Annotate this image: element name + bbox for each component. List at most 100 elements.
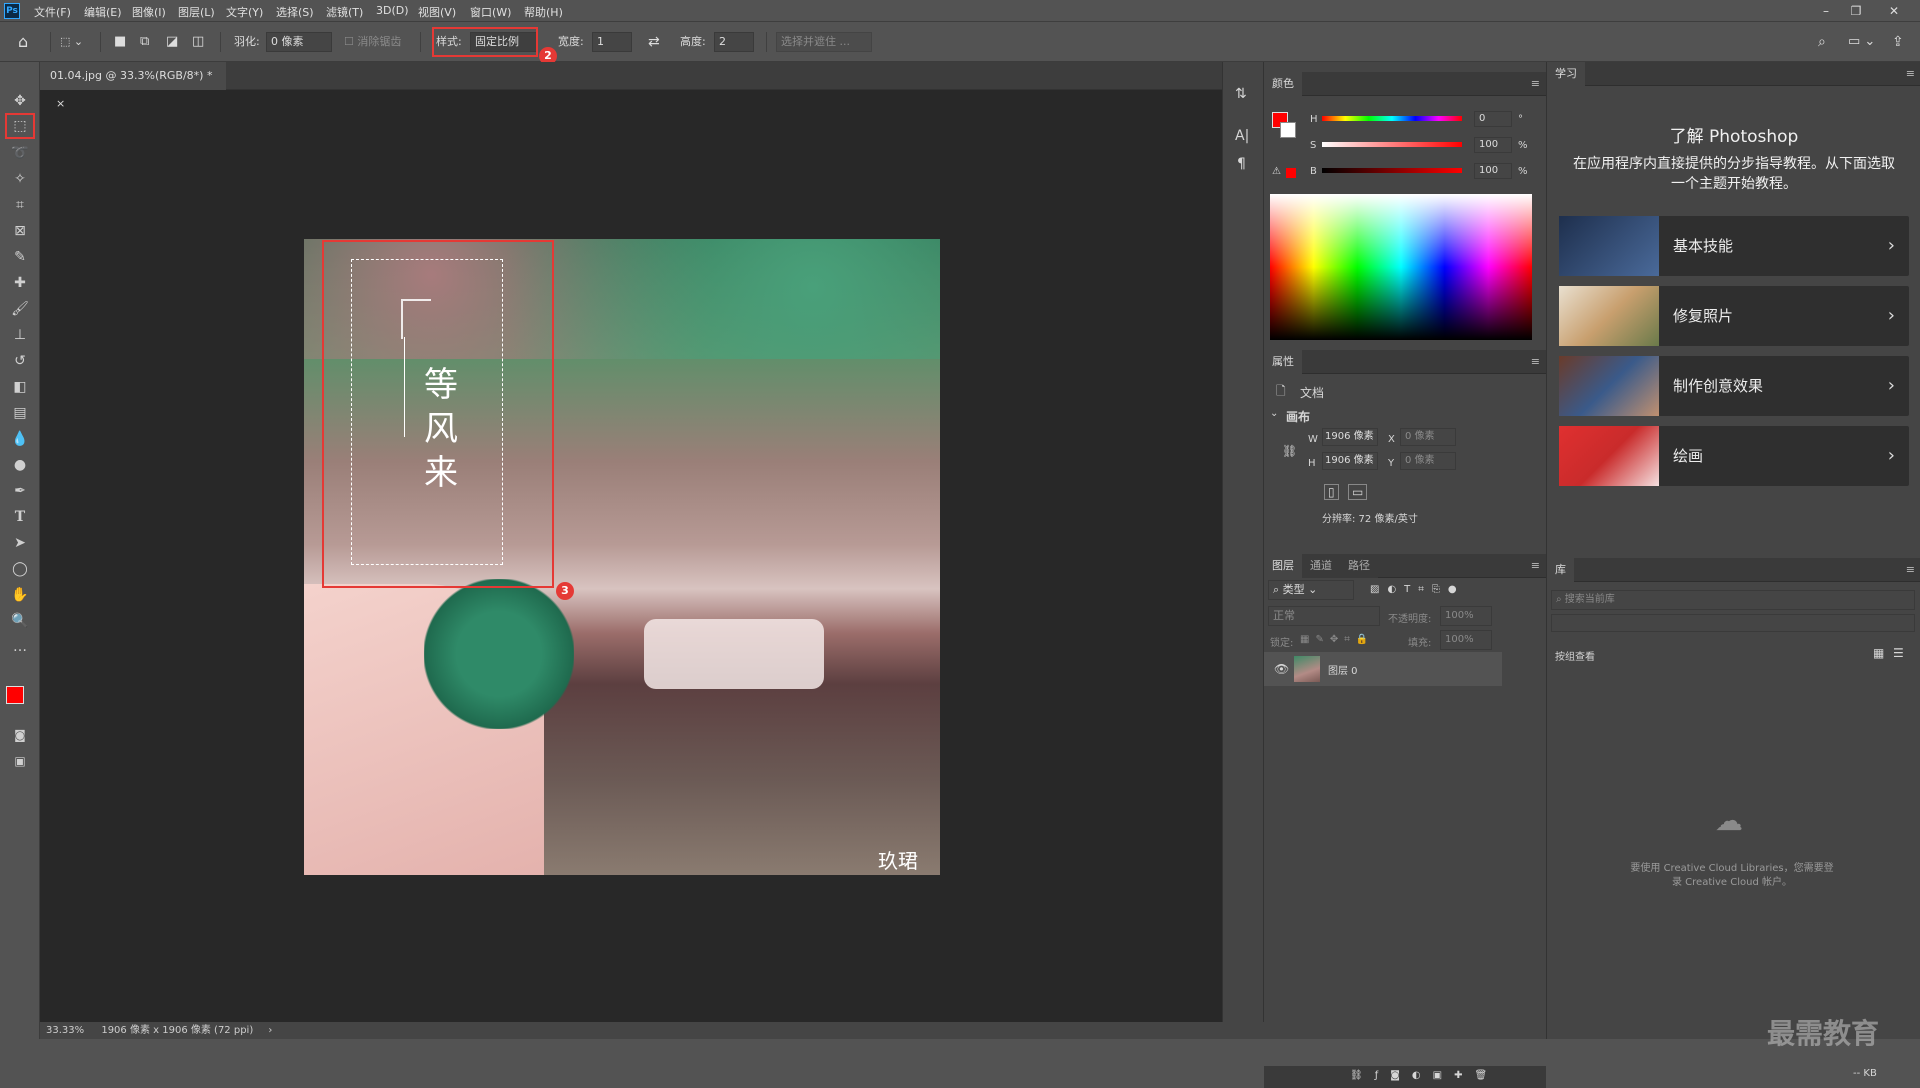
menu-3d[interactable]: 3D(D)	[376, 4, 409, 17]
add-selection-icon[interactable]: ⧉	[140, 31, 149, 53]
menu-file[interactable]: 文件(F)	[34, 4, 71, 20]
share-icon[interactable]: ⇪	[1892, 31, 1904, 53]
tab-learn[interactable]: 学习	[1547, 62, 1585, 86]
menu-image[interactable]: 图像(I)	[132, 4, 166, 20]
hue-slider[interactable]	[1322, 116, 1462, 121]
panel-menu-icon[interactable]: ≡	[1531, 77, 1540, 90]
list-view-icon[interactable]: ☰	[1893, 646, 1904, 660]
intersect-selection-icon[interactable]: ◫	[192, 31, 204, 53]
zoom-level[interactable]: 33.33%	[46, 1025, 84, 1036]
library-select[interactable]	[1551, 614, 1915, 632]
opacity-input[interactable]: 100%	[1440, 606, 1492, 626]
ellipse-tool-icon[interactable]: ◯	[9, 558, 31, 580]
lock-icons[interactable]: ▦✎✥⌗🔒	[1300, 634, 1374, 645]
status-arrow-icon[interactable]: ›	[268, 1025, 272, 1036]
width-field[interactable]: 1906 像素	[1322, 428, 1378, 446]
brightness-slider[interactable]	[1322, 168, 1462, 173]
panel-menu-icon[interactable]: ≡	[1906, 67, 1915, 80]
y-field[interactable]: 0 像素	[1400, 452, 1456, 470]
bg-swatch[interactable]	[1280, 122, 1296, 138]
layer-filter-select[interactable]: ⌕ 类型 ⌄	[1268, 580, 1354, 600]
landscape-icon[interactable]: ▭	[1348, 484, 1368, 500]
link-icon[interactable]: ⛓	[1282, 444, 1297, 458]
screen-mode-icon[interactable]: ▣	[9, 750, 31, 772]
menu-window[interactable]: 窗口(W)	[470, 4, 511, 20]
blur-tool-icon[interactable]: 💧	[9, 428, 31, 450]
menu-edit[interactable]: 编辑(E)	[84, 4, 122, 20]
gamut-swatch[interactable]	[1286, 168, 1296, 178]
swap-icon[interactable]: ⇄	[648, 31, 660, 53]
frame-tool-icon[interactable]: ⊠	[9, 220, 31, 242]
workspace-icon[interactable]: ▭ ⌄	[1848, 31, 1875, 53]
feather-input[interactable]: 0 像素	[266, 32, 332, 52]
learn-card-painting[interactable]: 绘画 ›	[1559, 426, 1909, 486]
s-input[interactable]: 100	[1474, 137, 1512, 153]
dodge-tool-icon[interactable]: ●	[9, 454, 31, 476]
type-tool-icon[interactable]: T	[9, 506, 31, 528]
library-search[interactable]: ⌕ 搜索当前库	[1551, 590, 1915, 610]
hand-tool-icon[interactable]: ✋	[9, 584, 31, 606]
menu-filter[interactable]: 滤镜(T)	[326, 4, 363, 20]
brush-tool-icon[interactable]: 🖌	[9, 298, 31, 320]
menu-select[interactable]: 选择(S)	[276, 4, 314, 20]
move-tool-icon[interactable]: ✥	[9, 90, 31, 112]
new-selection-icon[interactable]: ■	[114, 31, 126, 53]
panel-menu-icon[interactable]: ≡	[1906, 563, 1915, 576]
layer-action-icons[interactable]: ⛓ƒ◙◐▣✚🗑	[1350, 1070, 1499, 1081]
zoom-tool-icon[interactable]: 🔍	[9, 610, 31, 632]
quick-mask-icon[interactable]: ◙	[9, 724, 31, 746]
tab-library[interactable]: 库	[1547, 558, 1574, 582]
chevron-down-icon[interactable]: ⌄	[1270, 408, 1278, 419]
healing-tool-icon[interactable]: ✚	[9, 272, 31, 294]
learn-card-fix-photos[interactable]: 修复照片 ›	[1559, 286, 1909, 346]
eraser-tool-icon[interactable]: ◧	[9, 376, 31, 398]
menu-help[interactable]: 帮助(H)	[524, 4, 563, 20]
color-spectrum[interactable]	[1270, 194, 1532, 340]
eye-icon[interactable]: 👁	[1274, 662, 1289, 676]
layer-row[interactable]: 👁 图层 0	[1264, 652, 1502, 686]
marquee-preset-icon[interactable]: ⬚ ⌄	[60, 31, 92, 53]
lasso-tool-icon[interactable]: ➰	[9, 142, 31, 164]
blend-mode-select[interactable]: 正常	[1268, 606, 1380, 626]
b-input[interactable]: 100	[1474, 163, 1512, 179]
stamp-tool-icon[interactable]: ⊥	[9, 324, 31, 346]
crop-tool-icon[interactable]: ⌗	[9, 194, 31, 216]
antialias-checkbox[interactable]: ☐ 消除锯齿	[344, 31, 401, 53]
gradient-tool-icon[interactable]: ▤	[9, 402, 31, 424]
filter-icons[interactable]: ▨◐T⌗⎘●	[1370, 584, 1465, 595]
history-icon[interactable]: ⇅	[1235, 86, 1247, 102]
subtract-selection-icon[interactable]: ◪	[166, 31, 178, 53]
character-icon[interactable]: A|	[1235, 128, 1249, 144]
menu-layer[interactable]: 图层(L)	[178, 4, 215, 20]
select-and-mask-button[interactable]: 选择并遮住 ...	[776, 32, 872, 52]
group-view-label[interactable]: 按组查看	[1555, 648, 1595, 663]
layer-name[interactable]: 图层 0	[1328, 662, 1358, 677]
tab-paths[interactable]: 路径	[1340, 554, 1378, 578]
menu-view[interactable]: 视图(V)	[418, 4, 456, 20]
h-input[interactable]: 0	[1474, 111, 1512, 127]
x-field[interactable]: 0 像素	[1400, 428, 1456, 446]
portrait-icon[interactable]: ▯	[1324, 484, 1339, 500]
tab-channels[interactable]: 通道	[1302, 554, 1340, 578]
minimize-button[interactable]: –	[1812, 2, 1840, 20]
close-button[interactable]: ✕	[1880, 2, 1908, 20]
tab-close-icon[interactable]: ×	[56, 97, 65, 110]
height-field[interactable]: 1906 像素	[1322, 452, 1378, 470]
paragraph-icon[interactable]: ¶	[1237, 156, 1246, 172]
panel-menu-icon[interactable]: ≡	[1531, 355, 1540, 368]
restore-button[interactable]: ❐	[1842, 2, 1870, 20]
saturation-slider[interactable]	[1322, 142, 1462, 147]
more-tools-icon[interactable]: …	[9, 636, 31, 658]
menu-type[interactable]: 文字(Y)	[226, 4, 263, 20]
tab-layers[interactable]: 图层	[1264, 554, 1302, 578]
home-icon[interactable]: ⌂	[18, 31, 28, 53]
path-select-tool-icon[interactable]: ➤	[9, 532, 31, 554]
learn-card-creative-effects[interactable]: 制作创意效果 ›	[1559, 356, 1909, 416]
history-brush-tool-icon[interactable]: ↺	[9, 350, 31, 372]
search-icon[interactable]: ⌕	[1818, 31, 1826, 53]
magic-wand-tool-icon[interactable]: ✧	[9, 168, 31, 190]
gamut-warning-icon[interactable]: ⚠	[1272, 166, 1281, 177]
tab-color[interactable]: 颜色	[1264, 72, 1302, 96]
grid-view-icon[interactable]: ▦	[1873, 646, 1884, 660]
fill-input[interactable]: 100%	[1440, 630, 1492, 650]
